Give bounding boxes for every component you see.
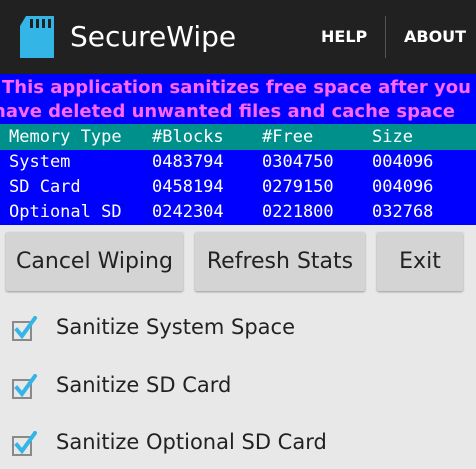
header-free: #Free [262, 127, 314, 147]
header-blocks: #Blocks [152, 127, 224, 147]
sanitize-system-option[interactable]: Sanitize System Space [0, 303, 476, 351]
cell-size: 004096 [372, 152, 434, 172]
checkmark-icon[interactable] [11, 431, 37, 457]
checkbox-label: Sanitize SD Card [56, 373, 232, 397]
about-button[interactable]: ABOUT [404, 26, 466, 48]
action-bar: SecureWipe HELP ABOUT [0, 0, 476, 74]
cell-memory-type: System [9, 152, 71, 172]
table-header-row: Memory Type #Blocks #Free Size [0, 124, 476, 150]
table-row: System 0483794 0304750 004096 [0, 150, 476, 175]
cell-blocks: 0458194 [152, 177, 224, 197]
action-divider [385, 16, 386, 58]
sanitize-optional-sd-option[interactable]: Sanitize Optional SD Card [0, 418, 476, 466]
exit-button[interactable]: Exit [377, 232, 463, 291]
cancel-wiping-button[interactable]: Cancel Wiping [6, 232, 183, 291]
cell-blocks: 0242304 [152, 202, 224, 222]
info-line-1: This application sanitizes free space af… [2, 77, 471, 98]
header-memory-type: Memory Type [9, 127, 122, 147]
cell-free: 0279150 [262, 177, 334, 197]
help-button[interactable]: HELP [321, 26, 367, 48]
cell-size: 032768 [372, 202, 434, 222]
info-banner: This application sanitizes free space af… [0, 74, 476, 124]
checkmark-icon[interactable] [11, 316, 37, 342]
app-title: SecureWipe [70, 20, 237, 53]
checkbox-label: Sanitize Optional SD Card [56, 430, 327, 454]
sanitize-sd-card-option[interactable]: Sanitize SD Card [0, 361, 476, 409]
table-row: Optional SD 0242304 0221800 032768 [0, 200, 476, 225]
cell-free: 0221800 [262, 202, 334, 222]
checkbox-label: Sanitize System Space [56, 315, 296, 339]
cell-memory-type: Optional SD [9, 202, 122, 222]
cell-memory-type: SD Card [9, 177, 81, 197]
memory-table: Memory Type #Blocks #Free Size System 04… [0, 124, 476, 225]
cell-blocks: 0483794 [152, 152, 224, 172]
cell-size: 004096 [372, 177, 434, 197]
header-size: Size [372, 127, 413, 147]
checkmark-icon[interactable] [11, 374, 37, 400]
table-row: SD Card 0458194 0279150 004096 [0, 175, 476, 200]
cell-free: 0304750 [262, 152, 334, 172]
refresh-stats-button[interactable]: Refresh Stats [195, 232, 365, 291]
info-line-2: have deleted unwanted files and cache sp… [0, 101, 455, 122]
sd-card-icon [20, 16, 54, 58]
